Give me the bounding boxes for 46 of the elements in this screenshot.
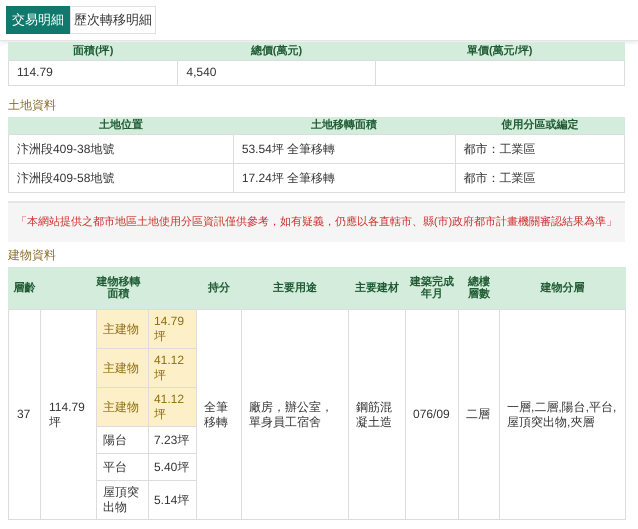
table-cell: 076/09 (406, 310, 459, 520)
table-cell: 都市：工業區 (455, 134, 624, 164)
table-cell: 41.12坪 (148, 388, 197, 426)
column-header: 總樓層數 (458, 266, 500, 310)
column-header: 建物分層 (500, 266, 626, 310)
column-header: 建築完成年月 (406, 266, 459, 310)
table-cell: 都市：工業區 (455, 164, 624, 192)
table-cell: 汴洲段409-38地號 (8, 134, 234, 164)
table-cell: 陽台 (96, 426, 148, 454)
column-header: 總價(萬元) (178, 42, 375, 60)
table-cell: 二層 (458, 310, 500, 520)
table-cell: 平台 (96, 454, 148, 480)
column-header: 單價(萬元/坪) (375, 42, 624, 60)
table-cell: 114.79 (8, 60, 178, 85)
column-header: 使用分區或編定 (455, 116, 624, 134)
table-cell: 7.23坪 (148, 426, 197, 454)
section-title: 建物資料 (8, 246, 57, 264)
table-cell: 主建物 (96, 388, 148, 426)
table-cell: 主建物 (96, 310, 148, 348)
column-header: 土地移轉面積 (233, 116, 456, 134)
table-cell: 汴洲段409-58地號 (8, 164, 234, 192)
table-cell: 全筆移轉 (196, 310, 242, 520)
column-header: 持分 (196, 266, 242, 310)
tab[interactable]: 歷次轉移明細 (70, 6, 156, 34)
table-cell: 廠房，辦公室，單身員工宿舍 (242, 310, 349, 520)
table-cell: 41.12坪 (148, 348, 197, 388)
table-cell: 5.14坪 (148, 480, 197, 520)
column-header: 建物移轉面積 (95, 276, 142, 300)
column-header: 層齡 (8, 266, 40, 310)
column-header: 面積(坪) (8, 42, 178, 60)
section-title: 土地資料 (8, 96, 57, 114)
column-header: 主要用途 (242, 266, 349, 310)
table-cell: 鋼筋混凝土造 (348, 310, 406, 520)
table-cell: 主建物 (96, 348, 148, 388)
table-cell: 53.54坪 全筆移轉 (233, 134, 456, 164)
column-header: 主要建材 (348, 266, 406, 310)
table-cell: 4,540 (178, 60, 375, 85)
column-header: 土地位置 (8, 116, 234, 134)
table-cell: 一層,二層,陽台,平台,屋頂突出物,夾層 (500, 310, 626, 520)
table-cell: 17.24坪 全筆移轉 (233, 164, 456, 192)
table-cell: 37 (8, 310, 40, 520)
table-cell: 14.79坪 (148, 310, 197, 348)
notice-banner: 「本網站提供之都市地區土地使用分區資訊僅供參考，如有疑義，仍應以各直轄市、縣(市)政府都市計畫機關審認結果為準」 (8, 201, 625, 242)
table-cell: 屋頂突出物 (96, 480, 148, 520)
tab[interactable]: 交易明細 (6, 6, 70, 34)
table-cell: 5.40坪 (148, 454, 197, 480)
